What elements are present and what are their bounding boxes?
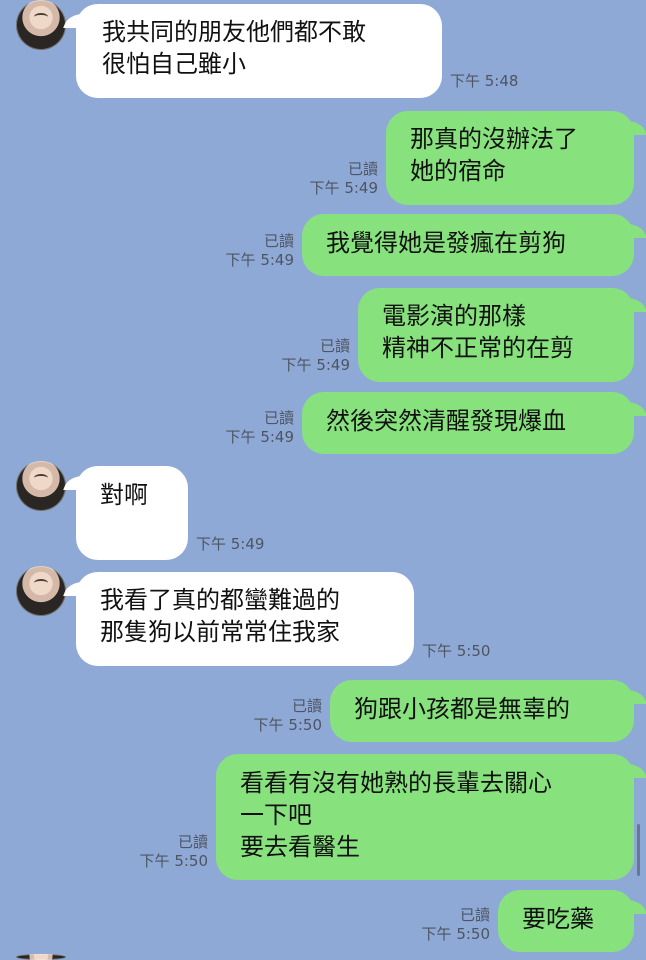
message-meta: 已讀 下午 5:50 [132, 833, 208, 871]
message-time: 下午 5:48 [450, 72, 519, 90]
message-meta: 已讀 下午 5:49 [274, 337, 350, 375]
message-time: 下午 5:50 [139, 852, 208, 870]
message-bubble-outgoing[interactable]: 那真的沒辦法了 她的宿命 [386, 111, 634, 205]
message-bubble-outgoing[interactable]: 電影演的那樣 精神不正常的在剪 [358, 288, 634, 382]
read-receipt: 已讀 [347, 160, 378, 178]
read-receipt: 已讀 [263, 409, 294, 427]
message-meta: 已讀 下午 5:50 [246, 697, 322, 735]
message-time: 下午 5:49 [309, 179, 378, 197]
scrollbar[interactable] [637, 824, 640, 876]
message-time: 下午 5:50 [421, 925, 490, 943]
message-bubble-outgoing[interactable]: 然後突然清醒發現爆血 [302, 392, 634, 454]
message-time: 下午 5:49 [225, 251, 294, 269]
read-receipt: 已讀 [177, 833, 208, 851]
message-bubble-outgoing[interactable]: 要吃藥 [498, 890, 634, 952]
message-time: 下午 5:50 [253, 716, 322, 734]
message-bubble-outgoing[interactable]: 看看有沒有她熟的長輩去關心 一下吧 要去看醫生 [216, 754, 634, 880]
message-bubble-outgoing[interactable]: 狗跟小孩都是無辜的 [330, 680, 634, 742]
message-meta: 已讀 下午 5:50 [414, 906, 490, 944]
read-receipt: 已讀 [319, 337, 350, 355]
message-time: 下午 5:50 [422, 642, 491, 660]
read-receipt: 已讀 [263, 232, 294, 250]
read-receipt: 已讀 [459, 906, 490, 924]
message-bubble-incoming[interactable]: 我共同的朋友他們都不敢 很怕自己雖小 [76, 4, 442, 98]
message-time: 下午 5:49 [225, 428, 294, 446]
contact-avatar[interactable] [16, 0, 66, 50]
message-bubble-incoming[interactable]: 對啊 [76, 466, 188, 560]
message-bubble-incoming[interactable]: 我看了真的都蠻難過的 那隻狗以前常常住我家 [76, 572, 414, 666]
message-meta: 已讀 下午 5:49 [302, 160, 378, 198]
read-receipt: 已讀 [291, 697, 322, 715]
chat-history[interactable]: 我共同的朋友他們都不敢 很怕自己雖小 下午 5:48 已讀 下午 5:49 那真… [0, 0, 646, 960]
message-meta: 已讀 下午 5:49 [218, 409, 294, 447]
message-time: 下午 5:49 [281, 356, 350, 374]
message-time: 下午 5:49 [196, 535, 265, 553]
contact-avatar[interactable] [16, 954, 66, 960]
contact-avatar[interactable] [16, 461, 66, 511]
message-bubble-outgoing[interactable]: 我覺得她是發瘋在剪狗 [302, 214, 634, 276]
contact-avatar[interactable] [16, 566, 66, 616]
message-meta: 已讀 下午 5:49 [218, 232, 294, 270]
